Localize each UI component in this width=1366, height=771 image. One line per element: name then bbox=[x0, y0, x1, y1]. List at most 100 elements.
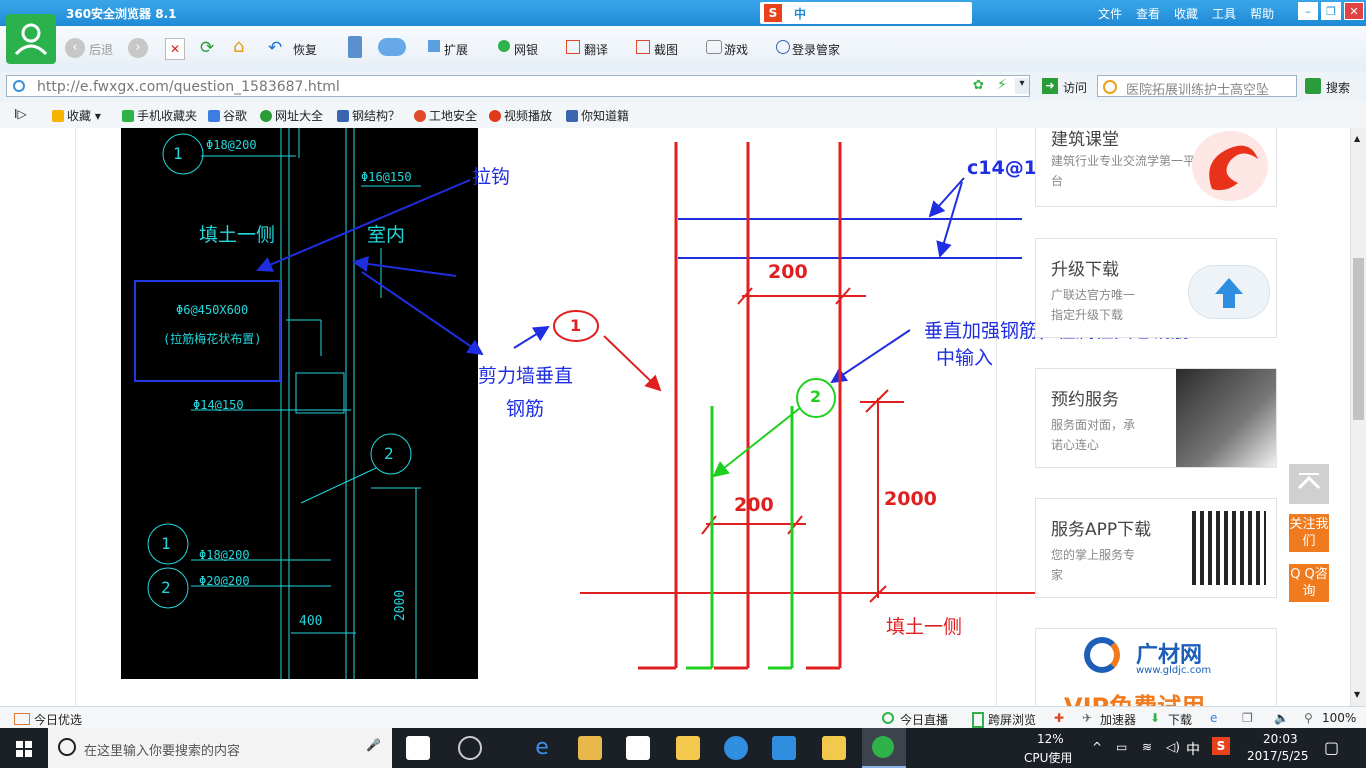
cortana-icon bbox=[58, 738, 76, 756]
sogou-tray-icon[interactable]: S bbox=[1212, 737, 1230, 755]
qq-consult-button[interactable]: Q Q咨询 bbox=[1289, 564, 1329, 602]
menu-tools[interactable]: 工具 bbox=[1212, 7, 1236, 21]
taskbar-search[interactable]: 在这里输入你要搜索的内容 🎤 bbox=[48, 728, 392, 768]
bookmark-item[interactable]: 钢结构？ bbox=[337, 107, 400, 124]
ime-mode[interactable]: 中 bbox=[794, 5, 806, 22]
card-upgrade-download[interactable]: 升级下载 广联达官方唯一 指定升级下载 bbox=[1035, 238, 1277, 338]
stop-icon[interactable]: ✕ bbox=[165, 38, 185, 60]
volume-icon[interactable]: 🔈 bbox=[1274, 711, 1289, 725]
menu-help[interactable]: 帮助 bbox=[1250, 7, 1274, 21]
menu-favorites[interactable]: 收藏 bbox=[1174, 7, 1198, 21]
circle-label-1: 1 bbox=[570, 316, 582, 335]
taskbar: 在这里输入你要搜索的内容 🎤 e 12% CPU使用 ^ ▭ ≋ ◁) 中 S … bbox=[0, 728, 1366, 768]
menu-file[interactable]: 文件 bbox=[1098, 7, 1122, 21]
network-icon[interactable]: ▭ bbox=[1116, 740, 1127, 754]
notes-icon[interactable] bbox=[676, 736, 700, 760]
cpu-label: CPU使用 bbox=[1024, 751, 1073, 765]
bookmark-item[interactable]: 收藏 ▾ bbox=[52, 107, 101, 124]
bookmark-item[interactable]: 视频播放 bbox=[489, 107, 552, 124]
search-input[interactable]: 医院拓展训练护士高空坠 bbox=[1097, 75, 1297, 98]
browser-taskbar-button[interactable] bbox=[862, 728, 906, 768]
mobile-icon[interactable] bbox=[348, 36, 362, 58]
dimension-2000: 2000 bbox=[884, 488, 937, 510]
wifi-icon[interactable]: ≋ bbox=[1142, 740, 1152, 754]
card-appointment[interactable]: 预约服务 服务面对面，承 诺心连心 bbox=[1035, 368, 1277, 468]
home-icon[interactable]: ⌂ bbox=[233, 36, 255, 58]
medical-icon[interactable]: ✚ bbox=[1054, 711, 1064, 725]
microphone-icon[interactable]: 🎤 bbox=[366, 738, 381, 752]
bookmark-item[interactable]: 你知道籍 bbox=[566, 107, 629, 124]
download-button[interactable]: 下载 bbox=[1168, 711, 1192, 728]
chevron-up-icon[interactable]: ^ bbox=[1092, 740, 1102, 754]
scroll-up-icon[interactable]: ▲ bbox=[1354, 134, 1360, 143]
bookmark-item[interactable]: 网址大全 bbox=[260, 107, 323, 124]
clock-date[interactable]: 2017/5/25 bbox=[1247, 749, 1309, 763]
go-button[interactable]: 访问 bbox=[1063, 79, 1087, 96]
bank-button[interactable]: 网银 bbox=[514, 41, 538, 58]
clock-time[interactable]: 20:03 bbox=[1263, 732, 1298, 746]
back-label[interactable]: 后退 bbox=[89, 41, 113, 58]
extend-button[interactable]: 扩展 bbox=[444, 41, 468, 58]
banner-subtitle: VIP免费试用 bbox=[1064, 687, 1205, 706]
sticky-notes-icon[interactable] bbox=[822, 736, 846, 760]
card-desc: 诺心连心 bbox=[1051, 438, 1100, 452]
bookmark-item[interactable]: 谷歌 bbox=[208, 107, 247, 124]
bookmark-item[interactable]: 工地安全 bbox=[414, 107, 477, 124]
note-fill-side: 填土一侧 bbox=[886, 616, 963, 638]
search-icon bbox=[1305, 78, 1321, 94]
translate-button[interactable]: 翻译 bbox=[584, 41, 608, 58]
minimize-button[interactable]: – bbox=[1298, 2, 1318, 20]
forward-icon[interactable]: › bbox=[128, 38, 148, 58]
today-picks[interactable]: 今日优选 bbox=[34, 711, 82, 728]
secure-icon: ✿ bbox=[973, 78, 984, 93]
refresh-icon[interactable]: ⟳ bbox=[200, 38, 220, 58]
accelerator-button[interactable]: 加速器 bbox=[1100, 711, 1136, 728]
scrollbar-thumb[interactable] bbox=[1353, 258, 1364, 420]
ime-indicator[interactable]: 中 bbox=[1186, 739, 1200, 759]
ie-icon[interactable]: e bbox=[1210, 711, 1217, 725]
app-icon[interactable] bbox=[458, 736, 482, 760]
zoom-level[interactable]: 100% bbox=[1322, 711, 1356, 725]
banner-gldjc[interactable]: 广材网 www.gldjc.com VIP免费试用 bbox=[1035, 628, 1277, 706]
note-rebar: 钢筋 bbox=[506, 398, 545, 420]
url-field[interactable]: http://e.fwxgx.com/question_1583687.html… bbox=[6, 75, 1030, 97]
app-plus-icon[interactable] bbox=[772, 736, 796, 760]
scroll-down-icon[interactable]: ▼ bbox=[1354, 690, 1360, 699]
lightning-icon[interactable]: ⚡ bbox=[997, 77, 1007, 93]
url-text[interactable]: http://e.fwxgx.com/question_1583687.html bbox=[37, 79, 340, 95]
bookmark-item[interactable]: 手机收藏夹 bbox=[122, 107, 197, 124]
cross-screen-button[interactable]: 跨屏浏览 bbox=[988, 711, 1036, 728]
store-icon[interactable] bbox=[626, 736, 650, 760]
windows-icon[interactable]: ❐ bbox=[1242, 711, 1253, 725]
card-building-class[interactable]: 建筑课堂 建筑行业专业交流学第一平台 bbox=[1035, 128, 1277, 207]
cloud-icon[interactable] bbox=[378, 38, 406, 56]
back-icon[interactable]: ‹ bbox=[65, 38, 85, 58]
back-to-top-button[interactable] bbox=[1289, 464, 1329, 504]
user-avatar[interactable] bbox=[6, 14, 56, 64]
browser-toolbar: ‹ 后退 › ✕ ⟳ ⌂ ↶ 恢复 扩展 网银 翻译 截图 游戏 登录管家 bbox=[0, 14, 1366, 73]
task-view-icon[interactable] bbox=[406, 736, 430, 760]
screenshot-button[interactable]: 截图 bbox=[654, 41, 678, 58]
start-button[interactable] bbox=[0, 728, 48, 768]
app-swirl-icon[interactable] bbox=[724, 736, 748, 760]
card-app-download[interactable]: 服务APP下载 您的掌上服务专 家 bbox=[1035, 498, 1277, 598]
file-explorer-icon[interactable] bbox=[578, 736, 602, 760]
vertical-scrollbar[interactable]: ▲ ▼ bbox=[1350, 128, 1366, 706]
search-button[interactable]: 搜索 bbox=[1326, 79, 1350, 96]
sidebar-toggle-icon[interactable]: I▷ bbox=[14, 107, 27, 121]
login-manager-button[interactable]: 登录管家 bbox=[792, 41, 840, 58]
volume-icon[interactable]: ◁) bbox=[1166, 740, 1180, 754]
close-button[interactable]: ✕ bbox=[1344, 2, 1364, 20]
games-button[interactable]: 游戏 bbox=[724, 41, 748, 58]
edge-icon[interactable]: e bbox=[530, 736, 554, 760]
dropdown-icon[interactable]: ▾ bbox=[1015, 78, 1029, 94]
note-shear-wall: 剪力墙垂直 bbox=[478, 365, 574, 387]
follow-us-button[interactable]: 关注我们 bbox=[1289, 514, 1329, 552]
ime-toolbar[interactable]: S 中 bbox=[760, 2, 972, 24]
restore-button[interactable]: ❐ bbox=[1321, 2, 1341, 20]
live-button[interactable]: 今日直播 bbox=[900, 711, 948, 728]
restore-tab-button[interactable]: 恢复 bbox=[293, 41, 317, 58]
notification-icon[interactable]: ▢ bbox=[1324, 738, 1339, 757]
menu-view[interactable]: 查看 bbox=[1136, 7, 1160, 21]
site-icon bbox=[337, 110, 349, 122]
